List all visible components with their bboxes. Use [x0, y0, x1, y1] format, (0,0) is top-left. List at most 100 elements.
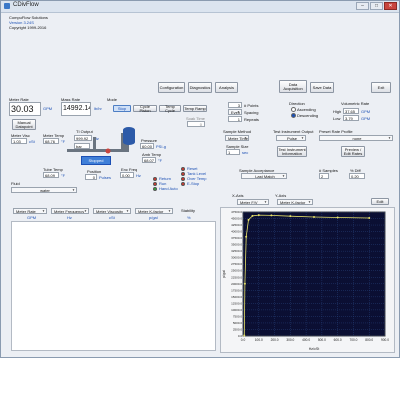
chart-panel: 0.0 100.0 200.0 300.0 400.0 500.0 600.0 700.0 80… — [220, 207, 395, 353]
test-output-label: Test Instrument Output — [273, 129, 314, 134]
column-select-2[interactable]: Meter Frequency — [51, 208, 89, 214]
low-rate-unit: GPM — [361, 116, 371, 121]
y-tick-label: 25000.0 — [231, 269, 242, 273]
descending-option[interactable]: Descending — [291, 113, 318, 119]
data-point — [257, 214, 260, 217]
tank-status-indicator: Stopped — [81, 156, 111, 165]
y-tick-label: 30000.0 — [231, 256, 242, 260]
y-tick-label: 37500.0 — [231, 236, 242, 240]
repeats-field[interactable]: 1 — [228, 116, 242, 122]
high-rate-field[interactable]: 37.65 — [343, 108, 359, 114]
meter-rate-value: 30.03 — [9, 102, 41, 116]
analysis-button[interactable]: Analysis — [215, 82, 238, 93]
data-acquisition-button[interactable]: Data Acquisition — [279, 80, 307, 93]
descending-radio[interactable] — [291, 113, 296, 119]
plot-area — [242, 211, 386, 337]
data-table[interactable] — [11, 221, 216, 351]
x-tick-label: 900.0 — [381, 338, 389, 342]
num-samples-field[interactable]: 2 — [319, 173, 329, 179]
stop-mode-button[interactable]: Stop — [113, 105, 131, 112]
tube-temp-value: 68.09 — [43, 172, 59, 178]
app-icon — [4, 3, 10, 9]
tank-level-led — [181, 172, 185, 176]
spacing-select[interactable]: Even — [228, 109, 242, 115]
test-instrument-info-button[interactable]: Test Instrument Information — [277, 146, 307, 157]
enc-freq-unit: Hz — [136, 173, 141, 178]
window-title: CDivFlow — [13, 2, 39, 8]
num-points-field[interactable]: 3 — [228, 102, 242, 108]
y-tick-label: 12500.0 — [231, 301, 242, 305]
amb-temp-unit: °F — [158, 158, 163, 163]
x-tick-label: 300.0 — [286, 338, 294, 342]
soak-time-field[interactable]: 0 — [187, 121, 205, 127]
stability-label: Stability — [181, 208, 196, 213]
unit-col-3: cSt — [109, 215, 115, 220]
main-window: CDivFlow – □ ✕ CompuFlow Solutions Versi… — [0, 0, 400, 358]
configuration-button[interactable]: Configuration — [158, 82, 185, 93]
low-rate-field[interactable]: 3.79 — [343, 115, 359, 121]
spacing-label: Spacing — [244, 110, 259, 115]
data-point — [336, 216, 339, 219]
high-label: High — [333, 109, 342, 114]
k-factor-chart[interactable]: 0.0 100.0 200.0 300.0 400.0 500.0 600.0 700.0 80… — [221, 208, 394, 352]
x-tick-label: 0.0 — [241, 338, 246, 342]
fluid-select[interactable]: water — [11, 187, 77, 193]
sample-method-select[interactable]: Meter Time — [225, 135, 249, 141]
save-data-button[interactable]: Save Data — [310, 82, 334, 93]
exit-button[interactable]: Exit — [371, 82, 391, 93]
low-label: Low — [333, 116, 341, 121]
meter-rate-unit: GPM — [43, 106, 53, 111]
temp-ramp-button[interactable]: Temp Ramp — [183, 105, 207, 112]
x-axis-select[interactable]: Meter F/V — [237, 199, 269, 205]
preset-profile-select[interactable]: none — [319, 135, 393, 141]
sample-acceptance-select[interactable]: Last Match — [241, 173, 287, 179]
y-tick-label: 40000.0 — [231, 230, 242, 234]
preview-edit-rates-button[interactable]: Preview / Edit Rates — [341, 146, 365, 157]
sample-method-label: Sample Method — [223, 129, 252, 134]
y-tick-label: 2500.0 — [233, 327, 243, 331]
pct-diff-field[interactable]: 0.20 — [349, 173, 365, 179]
y-tick-label: 47500.0 — [231, 210, 242, 214]
x-tick-label: 600.0 — [334, 338, 342, 342]
mode-label: Mode — [107, 97, 118, 102]
y-tick-label: 27500.0 — [231, 262, 242, 266]
maximize-icon[interactable]: □ — [370, 2, 383, 10]
meter-visc-unit: cSt — [29, 139, 35, 144]
minimize-icon[interactable]: – — [356, 2, 369, 10]
manual-datapoint-button[interactable]: Manual Datapoint — [12, 119, 36, 130]
mass-rate-unit: lb/hr — [94, 106, 102, 111]
edit-graph-button[interactable]: Edit — [371, 198, 389, 205]
repeats-label: Repeats — [244, 117, 259, 122]
ascending-radio[interactable] — [291, 107, 296, 113]
ascending-option[interactable]: Ascending — [291, 107, 316, 113]
x-tick-label: 500.0 — [318, 338, 326, 342]
column-select-1[interactable]: Meter Rate — [13, 208, 47, 214]
column-select-3[interactable]: Meter Viscosity — [93, 208, 131, 214]
fluid-label: Fluid — [11, 181, 20, 186]
y-tick-label: 45000.0 — [231, 217, 242, 221]
y-axis-select[interactable]: Meter K-factor — [277, 199, 313, 205]
hand-auto-label: Hand Auto — [159, 186, 178, 191]
y-tick-label: 42500.0 — [231, 223, 242, 227]
unit-col-1: GPM — [27, 215, 37, 220]
tube-temp-unit: °F — [61, 173, 66, 178]
diagnostics-button[interactable]: Diagnostics — [188, 82, 212, 93]
preset-profile-label: Preset Rate Profile — [319, 129, 353, 134]
temp-cycle-button[interactable]: Temp Cycle — [159, 104, 181, 112]
enc-freq-value: 0.00 — [120, 172, 134, 178]
column-select-4[interactable]: Meter K-factor — [135, 208, 173, 214]
window-controls: – □ ✕ — [356, 2, 397, 10]
x-tick-label: 800.0 — [365, 338, 373, 342]
y-axis-label: Y-Axis — [275, 193, 287, 198]
copyright-text: Copyright 1999-2016 — [9, 25, 47, 30]
close-icon[interactable]: ✕ — [384, 2, 397, 10]
position-value: 0 — [85, 174, 97, 180]
x-axis-title: Hz/cSt — [309, 347, 320, 351]
sample-size-field[interactable]: 1 — [226, 149, 240, 155]
meter-temp-value: 68.76 — [43, 138, 59, 144]
test-output-select[interactable]: Pulse — [276, 135, 306, 141]
cycle-piston-button[interactable]: Cycle Piston — [133, 104, 157, 112]
data-point — [251, 214, 254, 217]
e-stop-led — [181, 182, 185, 186]
data-point — [368, 217, 371, 220]
